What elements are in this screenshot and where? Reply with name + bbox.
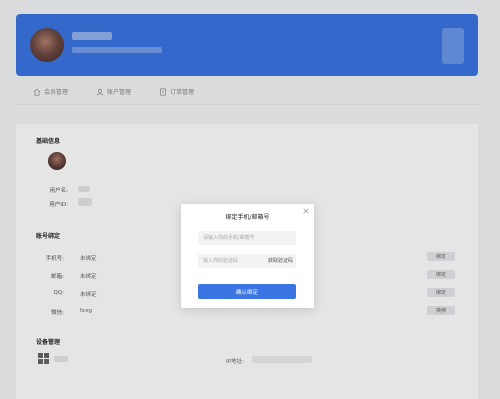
phone-email-field[interactable] — [198, 231, 296, 245]
code-field[interactable]: 获取验证码 — [198, 254, 296, 268]
phone-email-input[interactable] — [198, 231, 296, 245]
confirm-bind-button[interactable]: 确认绑定 — [198, 284, 296, 299]
dialog-title: 绑定手机/邮箱号 — [225, 214, 270, 221]
modal-overlay[interactable] — [0, 0, 500, 399]
get-code-button[interactable]: 获取验证码 — [268, 257, 293, 264]
close-icon[interactable] — [302, 207, 310, 215]
